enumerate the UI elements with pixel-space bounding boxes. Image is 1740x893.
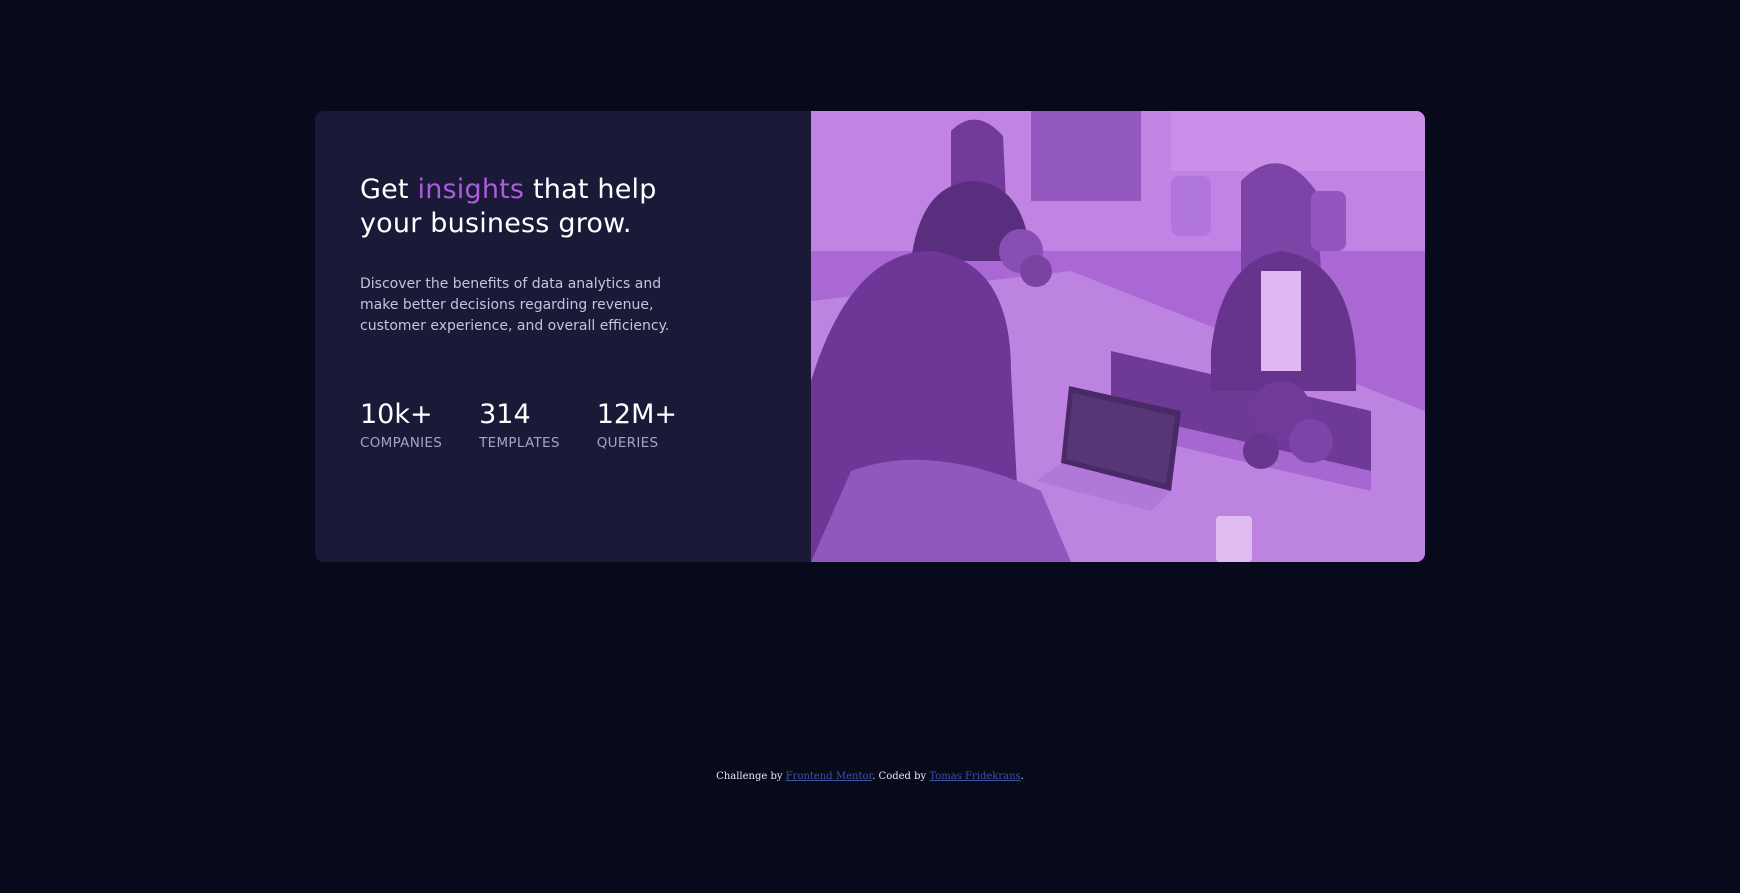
header-image xyxy=(811,111,1425,562)
stat-label: COMPANIES xyxy=(360,435,443,451)
stat-label: TEMPLATES xyxy=(479,435,560,451)
footer-suffix: . xyxy=(1020,771,1024,782)
stat-label: QUERIES xyxy=(596,435,659,451)
author-link[interactable]: Tomas Fridekrans xyxy=(929,771,1020,782)
footer-middle: . Coded by xyxy=(872,771,930,782)
headline-accent: insights xyxy=(417,174,525,205)
stats-card: Get insights that help your business gro… xyxy=(315,111,1425,562)
stat-queries: 12M+ QUERIES xyxy=(597,399,677,451)
frontend-mentor-link[interactable]: Frontend Mentor xyxy=(786,771,872,782)
headline: Get insights that help your business gro… xyxy=(360,173,680,241)
stat-value: 12M+ xyxy=(596,399,678,430)
attribution-footer: Challenge by Frontend Mentor. Coded by T… xyxy=(0,771,1740,782)
stat-companies: 10k+ COMPANIES xyxy=(360,399,442,451)
stat-value: 10k+ xyxy=(360,399,433,430)
stat-value: 314 xyxy=(479,399,531,430)
footer-prefix: Challenge by xyxy=(716,771,786,782)
stats-row: 10k+ COMPANIES 314 TEMPLATES 12M+ QUERIE… xyxy=(360,399,811,451)
description: Discover the benefits of data analytics … xyxy=(360,276,670,334)
office-photo-illustration xyxy=(811,111,1425,562)
card-content: Get insights that help your business gro… xyxy=(315,111,811,562)
stat-templates: 314 TEMPLATES xyxy=(479,399,560,451)
headline-start: Get xyxy=(360,174,418,205)
